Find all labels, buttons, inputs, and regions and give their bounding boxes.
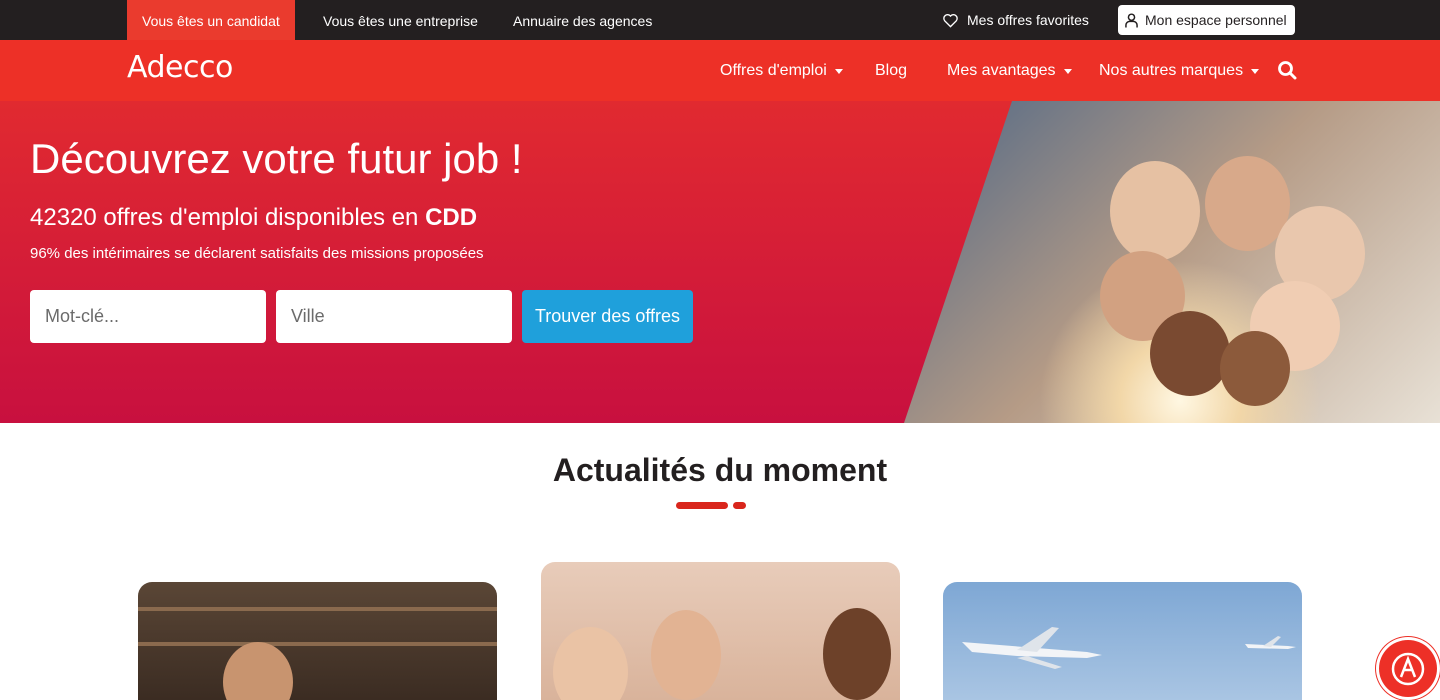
hero-banner: Découvrez votre futur job ! 42320 offres… <box>0 101 1440 423</box>
person-photo <box>553 627 628 700</box>
nav-offres-emploi[interactable]: Offres d'emploi <box>720 40 843 101</box>
favorites-label: Mes offres favorites <box>967 12 1089 28</box>
city-input[interactable] <box>276 290 512 343</box>
account-button[interactable]: Mon espace personnel <box>1118 5 1295 35</box>
news-card-3[interactable] <box>943 582 1302 700</box>
tab-entreprise[interactable]: Vous êtes une entreprise <box>323 0 478 40</box>
chevron-down-icon <box>1251 69 1260 74</box>
person-photo <box>823 608 891 700</box>
hero-subtitle-text: 42320 offres d'emploi disponibles en <box>30 204 426 231</box>
nav-autres-marques[interactable]: Nos autres marques <box>1099 40 1260 101</box>
news-card-2[interactable] <box>541 562 900 700</box>
chevron-down-icon <box>1063 69 1072 74</box>
shelf-decoration <box>138 607 497 611</box>
title-underline-dot <box>733 502 746 509</box>
person-photo <box>223 642 293 700</box>
hero-subtitle: 42320 offres d'emploi disponibles en CDD <box>30 204 477 232</box>
nav-blog[interactable]: Blog <box>875 40 907 101</box>
nav-blog-label: Blog <box>875 61 908 79</box>
chat-icon <box>1391 652 1425 685</box>
top-bar: Vous êtes un candidat Vous êtes une entr… <box>0 0 1440 40</box>
news-section-title: Actualités du moment <box>552 452 888 488</box>
title-underline <box>676 502 728 509</box>
account-label: Mon espace personnel <box>1145 12 1287 28</box>
nav-mes-avantages-label: Mes avantages <box>947 61 1056 79</box>
airplane-image <box>1245 636 1296 649</box>
airplane-image <box>962 627 1102 669</box>
heart-icon <box>943 13 958 28</box>
adecco-logo[interactable]: Adecco <box>127 50 233 85</box>
main-nav: Adecco Offres d'emploi Blog Mes avantage… <box>0 40 1440 101</box>
tab-annuaire-agences[interactable]: Annuaire des agences <box>513 0 652 40</box>
chat-assistant-button[interactable] <box>1376 637 1440 700</box>
nav-autres-marques-label: Nos autres marques <box>1099 61 1244 79</box>
favorites-link[interactable]: Mes offres favorites <box>942 0 1089 40</box>
user-icon <box>1125 12 1138 27</box>
keyword-input[interactable] <box>30 290 266 343</box>
hero-subtitle-contract: CDD <box>425 204 478 231</box>
search-icon[interactable] <box>1277 60 1297 80</box>
chevron-down-icon <box>834 69 843 74</box>
tab-candidat[interactable]: Vous êtes un candidat <box>127 0 295 40</box>
person-photo <box>651 610 721 700</box>
find-offers-button[interactable]: Trouver des offres <box>522 290 693 343</box>
nav-offres-emploi-label: Offres d'emploi <box>720 61 827 79</box>
hero-tagline: 96% des intérimaires se déclarent satisf… <box>30 245 484 262</box>
news-card-1[interactable] <box>138 582 497 700</box>
hero-title: Découvrez votre futur job ! <box>30 135 523 182</box>
shelf-decoration <box>138 642 497 646</box>
nav-mes-avantages[interactable]: Mes avantages <box>947 40 1072 101</box>
